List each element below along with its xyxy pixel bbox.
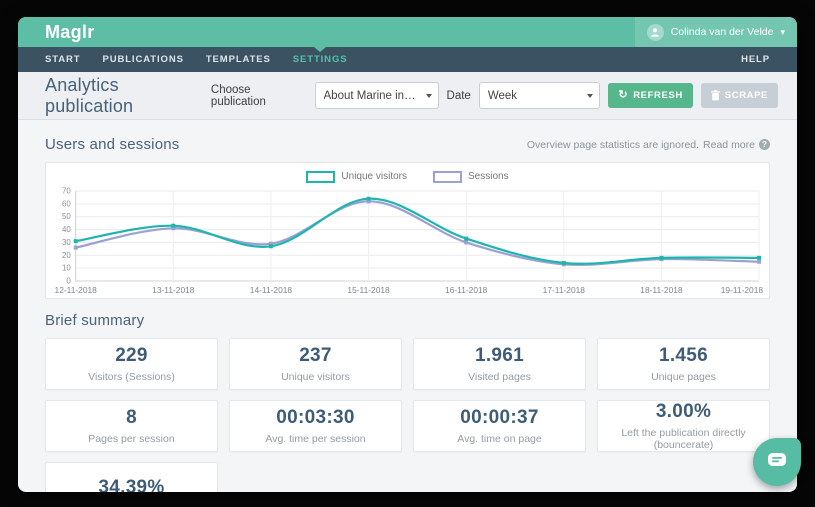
date-label: Date: [446, 89, 471, 102]
legend-label: Unique visitors: [341, 171, 407, 182]
chat-launcher-button[interactable]: [753, 438, 801, 486]
brand-logo: Maglr: [45, 22, 95, 42]
date-select[interactable]: Week: [478, 82, 601, 109]
users-sessions-header: Users and sessions Overview page statist…: [45, 136, 770, 153]
legend-item[interactable]: Sessions: [433, 170, 509, 183]
chevron-down-icon: ▾: [780, 26, 785, 37]
analytics-toolbar: Analytics publication Choose publication…: [18, 72, 797, 120]
nav-item-help[interactable]: HELP: [741, 54, 770, 65]
nav-item-settings[interactable]: SETTINGS: [293, 47, 348, 72]
summary-card: 8 Pages per session: [45, 400, 218, 452]
svg-text:18-11-2018: 18-11-2018: [640, 285, 683, 295]
summary-card: 229 Visitors (Sessions): [45, 338, 218, 390]
svg-text:20: 20: [62, 251, 71, 260]
summary-card-value: 00:03:30: [276, 407, 355, 428]
app-window: Maglr Colinda van der Velde ▾ START PUBLI…: [18, 17, 797, 492]
summary-card-value: 1.961: [474, 345, 525, 366]
summary-card-value: 229: [115, 345, 148, 366]
summary-card-label: Pages per session: [88, 433, 175, 445]
overview-note: Overview page statistics are ignored. Re…: [527, 139, 770, 151]
user-avatar-icon: [646, 23, 664, 41]
users-sessions-chart: 01020304050607012-11-2018 13-11-2018 14-11…: [55, 186, 764, 295]
summary-card-label: Left the publication directly (bouncerat…: [621, 427, 746, 451]
summary-cards: 229 Visitors (Sessions) 237 Unique visitors…: [45, 338, 770, 492]
help-question-icon[interactable]: ?: [759, 139, 770, 150]
summary-card-label: Visitors (Sessions): [88, 371, 175, 383]
content-area: Users and sessions Overview page statist…: [18, 120, 797, 492]
svg-text:16-11-2018: 16-11-2018: [445, 285, 488, 295]
summary-card: 3.00% Left the publication directly (boun…: [597, 400, 770, 452]
svg-text:19-11-2018: 19-11-2018: [721, 285, 764, 295]
summary-card-value: 8: [126, 407, 137, 428]
summary-card: 34.39%: [45, 462, 218, 492]
summary-card: 00:00:37 Avg. time on page: [413, 400, 586, 452]
chat-bubble-icon: [767, 452, 787, 472]
summary-card-label: Visited pages: [468, 371, 531, 383]
summary-card: 1.961 Visited pages: [413, 338, 586, 390]
select-caret-icon: [587, 93, 594, 98]
summary-card-label: Avg. time on page: [457, 433, 542, 445]
svg-text:40: 40: [62, 225, 71, 234]
svg-text:10: 10: [62, 264, 71, 273]
svg-text:12-11-2018: 12-11-2018: [55, 285, 98, 295]
summary-card-value: 34.39%: [98, 477, 165, 492]
summary-card-label: Unique visitors: [281, 371, 350, 383]
svg-text:30: 30: [62, 238, 71, 247]
legend-swatch: [433, 170, 462, 183]
brief-summary-header: Brief summary: [45, 312, 770, 329]
summary-card-value: 237: [299, 345, 332, 366]
summary-card: 237 Unique visitors: [229, 338, 402, 390]
svg-text:14-11-2018: 14-11-2018: [250, 285, 293, 295]
top-header: Maglr Colinda van der Velde ▾: [18, 17, 797, 47]
users-sessions-chart-panel: Unique visitors Sessions 0 10 20 30 40 50 60 70 1…: [45, 162, 770, 299]
page-title: Analytics publication: [45, 74, 134, 116]
summary-card: 00:03:30 Avg. time per session: [229, 400, 402, 452]
brief-summary-title: Brief summary: [45, 312, 145, 329]
chart-legend: Unique visitors Sessions: [48, 168, 767, 185]
svg-text:17-11-2018: 17-11-2018: [543, 285, 586, 295]
user-name: Colinda van der Velde: [670, 26, 774, 38]
summary-card: 1.456 Unique pages: [597, 338, 770, 390]
legend-item[interactable]: Unique visitors: [306, 170, 407, 183]
nav-item-publications[interactable]: PUBLICATIONS: [102, 47, 183, 72]
read-more-link[interactable]: Read more: [703, 139, 755, 151]
nav-item-templates[interactable]: TEMPLATES: [206, 47, 271, 72]
nav-items: START PUBLICATIONS TEMPLATES SETTINGS: [45, 47, 347, 72]
svg-text:15-11-2018: 15-11-2018: [347, 285, 390, 295]
svg-text:60: 60: [62, 199, 71, 208]
users-sessions-title: Users and sessions: [45, 136, 180, 153]
summary-card-label: Unique pages: [651, 371, 716, 383]
user-menu[interactable]: Colinda van der Velde ▾: [634, 17, 797, 47]
scrape-button[interactable]: SCRAPE: [700, 83, 778, 108]
toolbar-controls: Choose publication About Marine ingenuit…: [211, 82, 778, 109]
legend-label: Sessions: [468, 171, 509, 182]
nav-item-start[interactable]: START: [45, 47, 80, 72]
summary-card-value: 1.456: [658, 345, 709, 366]
publication-select[interactable]: About Marine ingenuity -: [314, 82, 439, 109]
summary-card-value: 3.00%: [655, 401, 712, 422]
choose-publication-label: Choose publication: [210, 83, 266, 108]
refresh-button[interactable]: ↻ REFRESH: [608, 83, 693, 108]
svg-text:70: 70: [62, 186, 71, 195]
svg-text:13-11-2018: 13-11-2018: [152, 285, 195, 295]
trash-icon: [710, 90, 720, 101]
svg-text:50: 50: [62, 212, 71, 221]
summary-card-label: Avg. time per session: [265, 433, 366, 445]
main-nav: START PUBLICATIONS TEMPLATES SETTINGS HELP: [18, 47, 797, 72]
legend-swatch: [306, 170, 336, 183]
select-caret-icon: [425, 93, 432, 98]
refresh-icon: ↻: [618, 89, 629, 101]
summary-card-value: 00:00:37: [460, 407, 539, 428]
